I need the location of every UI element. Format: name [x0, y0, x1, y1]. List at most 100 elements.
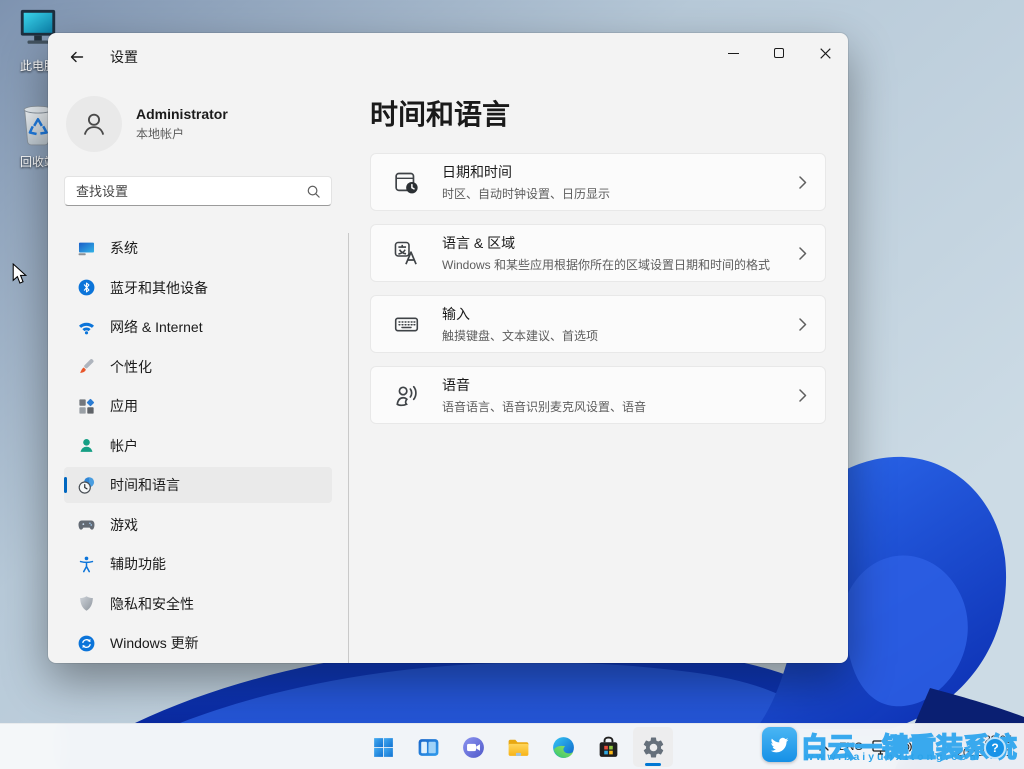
sidebar-item-label: Windows 更新	[110, 633, 199, 653]
card-subtitle: 触摸键盘、文本建议、首选项	[442, 327, 598, 344]
sidebar-item-label: 辅助功能	[110, 554, 166, 574]
search-icon	[306, 184, 321, 199]
window-title: 设置	[110, 47, 138, 67]
sidebar-item-label: 系统	[110, 238, 138, 258]
mouse-cursor	[12, 263, 27, 285]
sidebar-item-accounts[interactable]: 帐户	[64, 428, 332, 464]
tray-speaker-icon[interactable]	[898, 740, 914, 754]
maximize-button[interactable]	[756, 33, 802, 73]
profile-text: Administrator 本地帐户	[136, 106, 228, 142]
typing-keyboard-icon	[393, 311, 420, 338]
profile-name: Administrator	[136, 106, 228, 122]
minimize-icon	[728, 53, 739, 54]
watermark-bird-button[interactable]	[762, 727, 797, 762]
task-view-icon	[416, 735, 441, 760]
sidebar-item-personalization[interactable]: 个性化	[64, 349, 332, 385]
sidebar-item-privacy-security[interactable]: 隐私和安全性	[64, 586, 332, 622]
network-wifi-icon	[77, 318, 96, 337]
store-button[interactable]	[588, 727, 628, 767]
sidebar-item-label: 时间和语言	[110, 475, 180, 495]
sidebar-item-time-language[interactable]: 时间和语言	[64, 467, 332, 503]
card-speech[interactable]: 语音 语音语言、语音识别麦克风设置、语音	[370, 366, 826, 424]
tray-language-indicator[interactable]: ENG	[839, 741, 863, 753]
gaming-gamepad-icon	[77, 515, 96, 534]
sidebar-item-system[interactable]: 系统	[64, 230, 332, 266]
watermark-help-badge[interactable]: ?	[984, 737, 1006, 759]
settings-cards: 日期和时间 时区、自动时钟设置、日历显示 语言 & 区域 Windows 和某些…	[370, 153, 826, 424]
language-region-icon	[393, 240, 420, 267]
sidebar-item-apps[interactable]: 应用	[64, 388, 332, 424]
profile-account-type: 本地帐户	[136, 125, 228, 142]
tray-chevron-up-icon[interactable]	[818, 743, 830, 752]
avatar	[66, 96, 122, 152]
sidebar-item-gaming[interactable]: 游戏	[64, 507, 332, 543]
file-explorer-button[interactable]	[498, 727, 538, 767]
settings-window: 设置 Administrator 本地帐户	[48, 33, 848, 663]
system-icon	[77, 239, 96, 258]
tray-monitor-icon[interactable]	[872, 740, 889, 755]
file-explorer-icon	[506, 735, 531, 760]
desktop: 此电脑 回收站 设置	[0, 0, 1024, 769]
start-button[interactable]	[363, 727, 403, 767]
speech-icon	[393, 382, 420, 409]
person-icon	[77, 107, 111, 141]
card-title: 语言 & 区域	[442, 233, 770, 253]
sidebar-item-label: 应用	[110, 396, 138, 416]
card-text: 语言 & 区域 Windows 和某些应用根据你所在的区域设置日期和时间的格式	[442, 233, 770, 273]
card-subtitle: Windows 和某些应用根据你所在的区域设置日期和时间的格式	[442, 256, 770, 273]
card-subtitle: 时区、自动时钟设置、日历显示	[442, 185, 610, 202]
settings-button[interactable]	[633, 727, 673, 767]
sidebar-item-bluetooth-devices[interactable]: 蓝牙和其他设备	[64, 270, 332, 306]
store-icon	[596, 735, 621, 760]
chevron-right-icon	[799, 247, 807, 260]
card-text: 语音 语音语言、语音识别麦克风设置、语音	[442, 375, 646, 415]
window-controls	[710, 33, 848, 73]
titlebar: 设置	[48, 33, 848, 81]
close-button[interactable]	[802, 33, 848, 73]
sidebar-item-label: 个性化	[110, 357, 152, 377]
sidebar-item-windows-update[interactable]: Windows 更新	[64, 625, 332, 661]
search-box	[64, 176, 332, 206]
card-title: 日期和时间	[442, 162, 610, 182]
task-view-button[interactable]	[408, 727, 448, 767]
selected-indicator	[64, 477, 67, 493]
edge-button[interactable]	[543, 727, 583, 767]
sidebar-item-network-internet[interactable]: 网络 & Internet	[64, 309, 332, 345]
edge-icon	[551, 735, 576, 760]
close-icon	[820, 48, 831, 59]
chevron-right-icon	[799, 389, 807, 402]
search-input[interactable]	[65, 184, 306, 199]
time-language-icon	[77, 476, 96, 495]
taskbar-center	[363, 727, 673, 767]
chevron-right-icon	[799, 176, 807, 189]
card-title: 输入	[442, 304, 598, 324]
sidebar-item-label: 帐户	[110, 436, 138, 456]
sidebar-scrollbar[interactable]	[348, 233, 349, 663]
card-date-time[interactable]: 日期和时间 时区、自动时钟设置、日历显示	[370, 153, 826, 211]
card-text: 日期和时间 时区、自动时钟设置、日历显示	[442, 162, 610, 202]
minimize-button[interactable]	[710, 33, 756, 73]
card-typing[interactable]: 输入 触摸键盘、文本建议、首选项	[370, 295, 826, 353]
card-title: 语音	[442, 375, 646, 395]
accessibility-icon	[77, 555, 96, 574]
sidebar-item-label: 游戏	[110, 515, 138, 535]
privacy-shield-icon	[77, 594, 96, 613]
card-language-region[interactable]: 语言 & 区域 Windows 和某些应用根据你所在的区域设置日期和时间的格式	[370, 224, 826, 282]
card-subtitle: 语音语言、语音识别麦克风设置、语音	[442, 398, 646, 415]
chat-icon	[461, 735, 486, 760]
chevron-right-icon	[799, 318, 807, 331]
start-icon	[371, 735, 396, 760]
back-button[interactable]	[60, 42, 94, 72]
sidebar-item-label: 隐私和安全性	[110, 594, 194, 614]
windows-update-icon	[77, 634, 96, 653]
bird-icon	[769, 734, 790, 755]
taskbar: ENG 22:05 2021/10/21	[0, 723, 1024, 769]
sidebar-item-accessibility[interactable]: 辅助功能	[64, 546, 332, 582]
card-text: 输入 触摸键盘、文本建议、首选项	[442, 304, 598, 344]
settings-nav: 系统 蓝牙和其他设备 网络 & Internet 个性化	[64, 230, 332, 661]
page-title: 时间和语言	[370, 93, 510, 133]
chat-button[interactable]	[453, 727, 493, 767]
date-time-icon	[393, 169, 420, 196]
profile-header[interactable]: Administrator 本地帐户	[66, 95, 336, 153]
settings-gear-icon	[641, 735, 666, 760]
